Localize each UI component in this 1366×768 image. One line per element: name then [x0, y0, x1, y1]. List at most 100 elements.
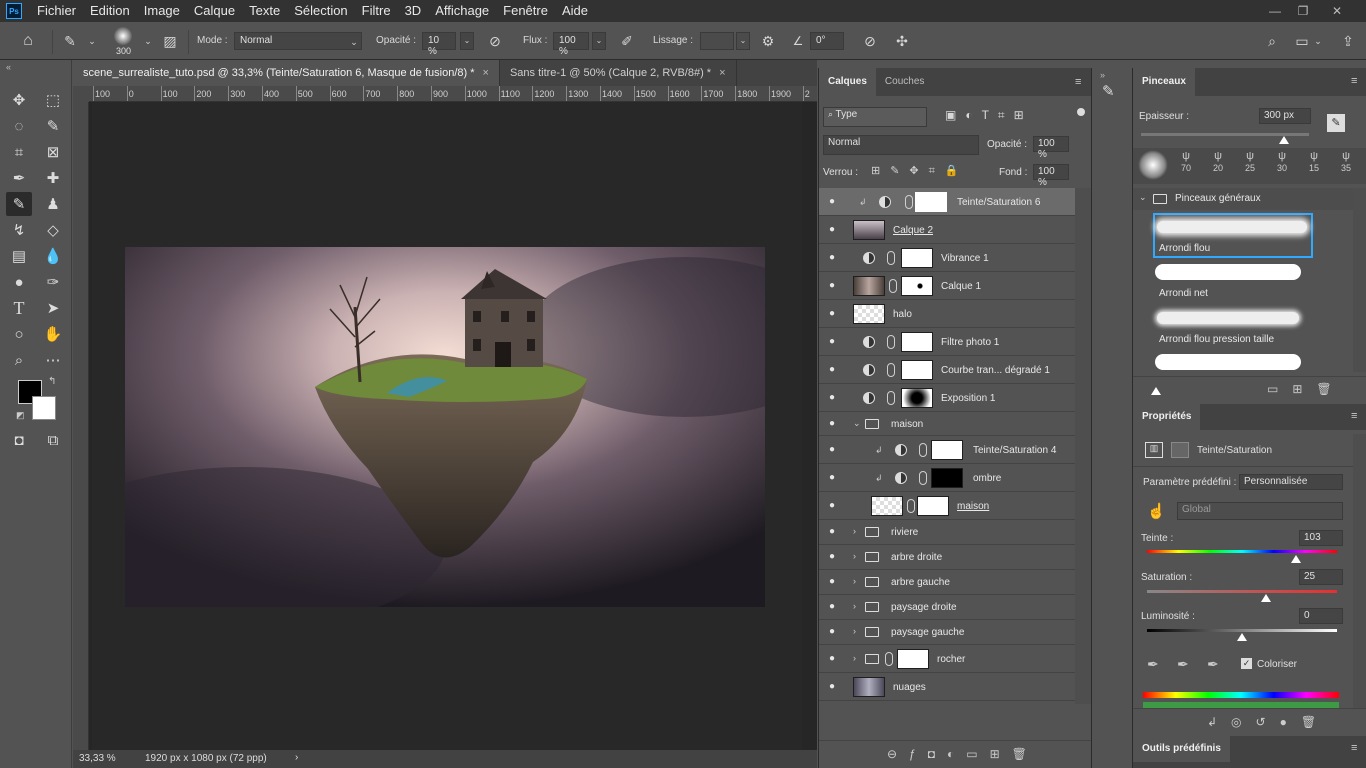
saturation-slider-knob[interactable]: [1260, 594, 1271, 602]
dodge-tool-icon[interactable]: ●: [6, 270, 32, 294]
swap-colors-icon[interactable]: ↰: [48, 376, 56, 387]
menu-selection[interactable]: Sélection: [287, 0, 354, 22]
eraser-tool-icon[interactable]: ◇: [40, 218, 66, 242]
menu-image[interactable]: Image: [137, 0, 187, 22]
brush-preset[interactable]: ψ 70: [1171, 150, 1201, 180]
brush-settings-icon[interactable]: ▨: [160, 31, 180, 51]
history-brush-tool-icon[interactable]: ↯: [6, 218, 32, 242]
brush-preset[interactable]: ψ 15: [1299, 150, 1329, 180]
crop-tool-icon[interactable]: ⌗: [6, 140, 32, 164]
type-tool-icon[interactable]: T: [6, 296, 32, 320]
tab-sans-titre[interactable]: Sans titre-1 @ 50% (Calque 2, RVB/8#) * ×: [499, 60, 737, 86]
panel-menu-icon[interactable]: ≡: [1351, 742, 1357, 754]
layer-row[interactable]: ● Courbe tran... dégradé 1: [819, 356, 1075, 384]
lightness-slider[interactable]: [1147, 629, 1337, 632]
healing-tool-icon[interactable]: ✚: [40, 166, 66, 190]
menu-fichier[interactable]: Fichier: [30, 0, 83, 22]
menu-texte[interactable]: Texte: [242, 0, 287, 22]
lightness-slider-knob[interactable]: [1237, 633, 1247, 641]
menu-filtre[interactable]: Filtre: [355, 0, 398, 22]
mask-icon[interactable]: [1171, 442, 1189, 458]
brush-group-header[interactable]: ⌄ Pinceaux généraux: [1133, 188, 1353, 210]
eyedropper-tool-icon[interactable]: ✒: [6, 166, 32, 190]
opacity-field[interactable]: 100 %: [1033, 136, 1069, 160]
chevron-down-icon[interactable]: ⌄: [82, 31, 102, 51]
eye-icon[interactable]: ●: [829, 653, 841, 665]
colorize-checkbox[interactable]: ✓: [1241, 658, 1252, 669]
default-colors-icon[interactable]: ◩: [16, 410, 25, 421]
layer-actions-icons[interactable]: ⊖ƒ◘◐▭⊞🗑: [887, 747, 1039, 761]
mask-thumbnail[interactable]: [915, 192, 947, 212]
properties-scrollbar[interactable]: [1353, 434, 1366, 708]
menu-aide[interactable]: Aide: [555, 0, 595, 22]
layer-row[interactable]: ● Exposition 1: [819, 384, 1075, 412]
eye-icon[interactable]: ●: [829, 196, 841, 208]
layer-row[interactable]: ● ↲ Teinte/Saturation 6: [819, 188, 1075, 216]
brush-preset[interactable]: ψ 30: [1267, 150, 1297, 180]
chevron-down-icon[interactable]: ⌄: [1139, 192, 1147, 203]
eye-icon[interactable]: ●: [829, 418, 841, 430]
tab-couches[interactable]: Couches: [876, 68, 933, 96]
eye-icon[interactable]: ●: [829, 472, 841, 484]
close-icon[interactable]: ✕: [1322, 0, 1352, 22]
background-color-swatch[interactable]: [32, 396, 56, 420]
mode-select[interactable]: Normal: [234, 32, 362, 50]
gear-icon[interactable]: ⚙: [758, 31, 778, 51]
brush-actions-icons[interactable]: ▭⊞🗑: [1267, 382, 1346, 396]
eye-icon[interactable]: ●: [829, 280, 841, 292]
eye-icon[interactable]: ●: [829, 308, 841, 320]
angle-field[interactable]: 0°: [810, 32, 844, 50]
brush-item[interactable]: Arrondi net: [1153, 260, 1313, 302]
layer-filter-select[interactable]: ⌕ Type: [823, 107, 927, 127]
flux-field[interactable]: 100 %: [553, 32, 589, 57]
filter-toggle-icon[interactable]: [1077, 108, 1085, 116]
tab-scene-surrealiste[interactable]: scene_surrealiste_tuto.psd @ 33,3% (Tein…: [73, 60, 500, 86]
eye-icon[interactable]: ●: [829, 626, 841, 638]
share-icon[interactable]: ⇪: [1338, 31, 1358, 51]
collapse-icon[interactable]: »: [1100, 70, 1105, 80]
layer-group-row[interactable]: ● › arbre gauche: [819, 570, 1075, 595]
chevron-down-icon[interactable]: ⌄: [138, 31, 158, 51]
menu-calque[interactable]: Calque: [187, 0, 242, 22]
filter-icons[interactable]: ▣◐T⌗⊞: [945, 108, 1033, 123]
restore-icon[interactable]: ❐: [1288, 0, 1318, 22]
panel-menu-icon[interactable]: ≡: [1351, 410, 1357, 422]
minimize-icon[interactable]: —: [1260, 0, 1290, 22]
saturation-slider[interactable]: [1147, 590, 1337, 593]
lightness-field[interactable]: 0: [1299, 608, 1343, 624]
brush-item-selected[interactable]: Arrondi flou: [1153, 213, 1313, 258]
blend-mode-select[interactable]: Normal: [823, 135, 979, 155]
path-selection-tool-icon[interactable]: ➤: [40, 296, 66, 320]
layer-group-row[interactable]: ● › paysage gauche: [819, 620, 1075, 645]
quick-selection-tool-icon[interactable]: ✎: [40, 114, 66, 138]
hue-slider[interactable]: [1147, 550, 1337, 553]
thickness-field[interactable]: 300 px: [1259, 108, 1311, 124]
layer-row[interactable]: ● ↲ Teinte/Saturation 4: [819, 436, 1075, 464]
layer-group-row[interactable]: ● ⌄ maison: [819, 412, 1075, 436]
lasso-tool-icon[interactable]: ◌: [6, 114, 32, 138]
lock-icons[interactable]: ⊞✎✥⌗🔒: [871, 164, 969, 178]
channel-select[interactable]: Global: [1177, 502, 1343, 520]
more-tools-icon[interactable]: ⋯: [40, 348, 66, 372]
eye-icon[interactable]: ●: [829, 500, 841, 512]
chevron-right-icon[interactable]: ›: [853, 576, 856, 586]
eyedropper-subtract-icon[interactable]: ✒: [1207, 656, 1219, 673]
layer-group-row[interactable]: ● › arbre droite: [819, 545, 1075, 570]
chevron-right-icon[interactable]: ›: [853, 601, 856, 611]
panel-menu-icon[interactable]: ≡: [1075, 76, 1081, 88]
chevron-right-icon[interactable]: ›: [853, 526, 856, 536]
brush-preset[interactable]: ψ 25: [1235, 150, 1265, 180]
collapse-icon[interactable]: «: [6, 62, 11, 72]
chevron-down-icon[interactable]: ⌄: [1308, 31, 1328, 51]
eye-icon[interactable]: ●: [829, 551, 841, 563]
pen-tool-icon[interactable]: ✑: [40, 270, 66, 294]
layer-group-row[interactable]: ● › paysage droite: [819, 595, 1075, 620]
tab-calques[interactable]: Calques: [819, 68, 876, 96]
menu-edition[interactable]: Edition: [83, 0, 137, 22]
layer-row[interactable]: ● Vibrance 1: [819, 244, 1075, 272]
new-brush-icon[interactable]: ✎: [1327, 114, 1345, 132]
hand-tool-icon[interactable]: ✋: [40, 322, 66, 346]
blur-tool-icon[interactable]: 💧: [40, 244, 66, 268]
zoom-tool-icon[interactable]: ⌕: [6, 348, 32, 372]
status-menu-icon[interactable]: ›: [295, 752, 298, 763]
